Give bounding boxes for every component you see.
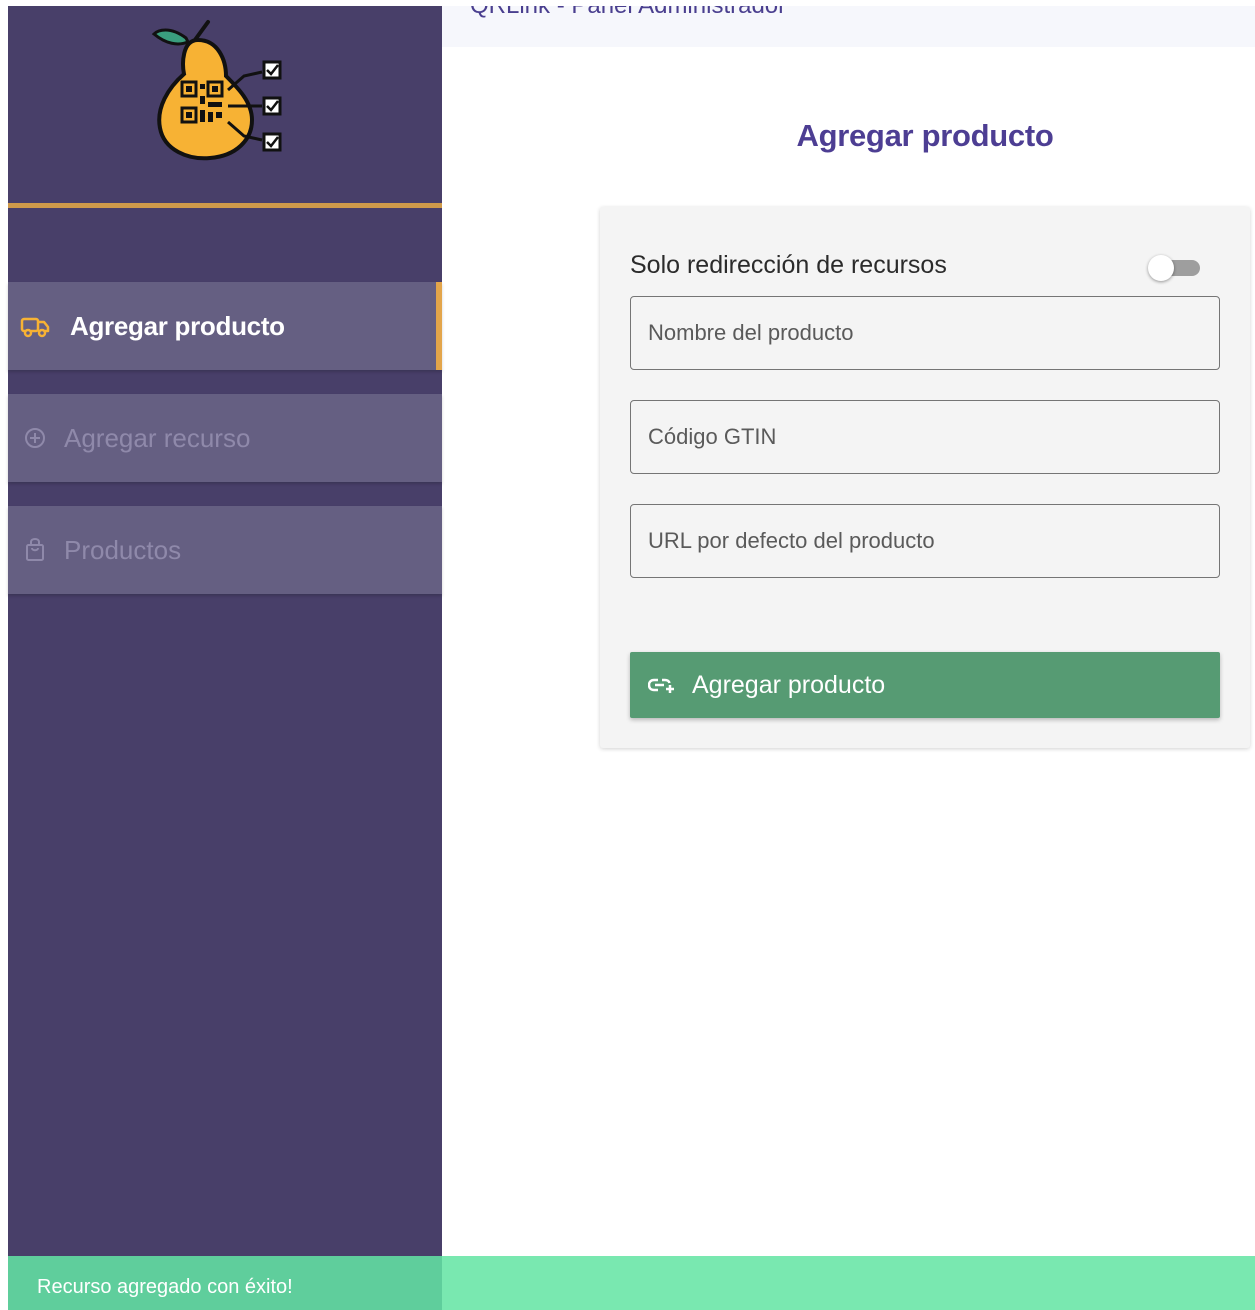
sidebar-item-label: Agregar recurso xyxy=(64,422,251,453)
page-title: Agregar producto xyxy=(796,118,1054,153)
add-product-button-label: Agregar producto xyxy=(692,670,886,699)
pear-qr-logo-icon xyxy=(151,20,282,161)
sidebar-item-label: Productos xyxy=(64,534,182,565)
default-url-input[interactable] xyxy=(630,504,1220,578)
truck-icon xyxy=(20,317,50,338)
gtin-code-input[interactable] xyxy=(630,400,1220,474)
add-link-icon xyxy=(648,678,674,693)
logo-divider xyxy=(8,203,442,208)
resource-redirect-toggle[interactable] xyxy=(1148,254,1202,281)
add-product-form-card: Solo redirección de recursos Agregar pro… xyxy=(600,207,1250,748)
toggle-thumb xyxy=(1148,255,1174,281)
plus-circle-icon xyxy=(25,428,45,448)
sidebar: Agregar producto Agregar recurso Product… xyxy=(8,6,442,1310)
topbar-title: QRLink - Panel Administrador xyxy=(470,6,786,20)
topbar: QRLink - Panel Administrador xyxy=(442,6,1255,47)
sidebar-item-agregar-producto[interactable]: Agregar producto xyxy=(8,282,442,370)
snackbar-message: Recurso agregado con éxito! xyxy=(37,1276,293,1298)
add-product-button[interactable]: Agregar producto xyxy=(630,652,1220,718)
sidebar-item-label: Agregar producto xyxy=(70,310,285,341)
toggle-label: Solo redirección de recursos xyxy=(630,251,947,279)
product-name-input[interactable] xyxy=(630,296,1220,370)
sidebar-item-productos[interactable]: Productos xyxy=(8,506,442,594)
sidebar-item-agregar-recurso[interactable]: Agregar recurso xyxy=(8,394,442,482)
app-root: Agregar producto Agregar recurso Product… xyxy=(0,0,1255,1310)
snackbar: Recurso agregado con éxito! xyxy=(8,1256,1255,1310)
logo-area xyxy=(8,6,442,203)
shopping-bag-icon xyxy=(26,537,44,561)
